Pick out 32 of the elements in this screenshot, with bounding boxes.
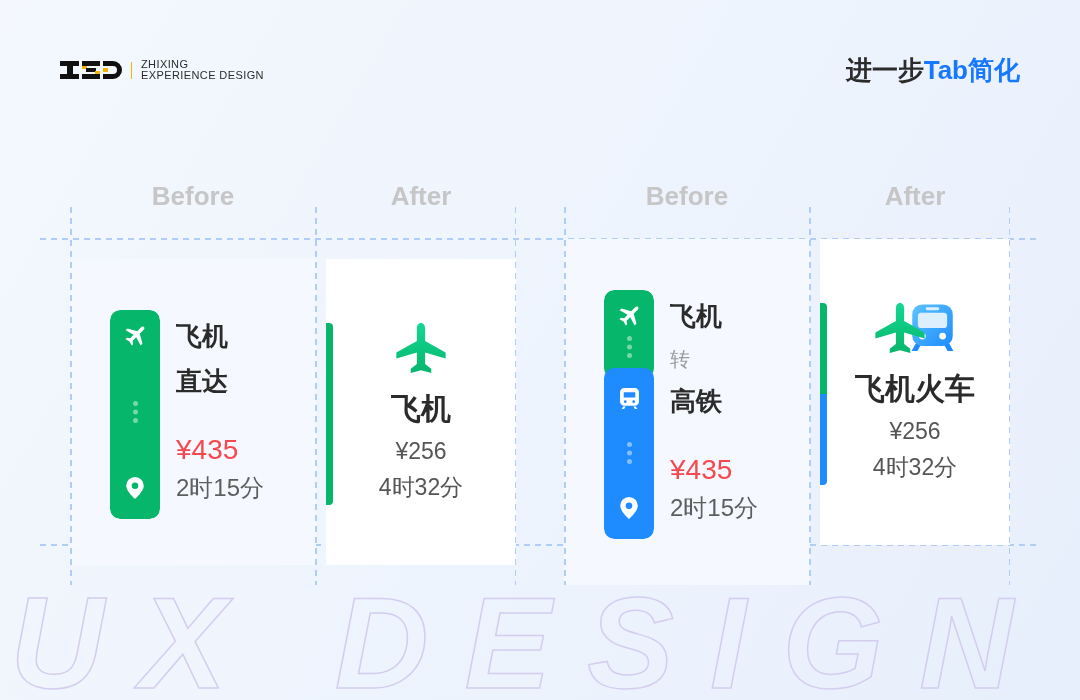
location-pin-icon: [126, 477, 144, 499]
column-label: Before: [151, 181, 235, 211]
transfer-label: 转: [670, 347, 690, 372]
plane-icon: [875, 303, 925, 353]
price-label: ¥256: [395, 437, 447, 466]
dotted-line-icon: [626, 442, 632, 464]
brand-name: ZHIXING: [141, 59, 190, 70]
plane-icon: [125, 326, 145, 346]
mode-label: 飞机火车: [855, 371, 975, 407]
train-icon: [619, 388, 639, 409]
plane-icon: [396, 323, 446, 373]
mode-label: 直达: [176, 365, 228, 398]
dotted-line-icon: [626, 336, 632, 358]
train-icon: [910, 303, 955, 353]
price-label: ¥435: [176, 433, 239, 467]
mode-label: 飞机: [670, 300, 722, 333]
duration-label: 4时32分: [378, 473, 464, 502]
price-label: ¥256: [889, 417, 941, 446]
price-label: ¥435: [670, 453, 733, 487]
mode-label: 高铁: [670, 385, 722, 418]
mode-label: 飞机: [176, 320, 228, 353]
duration-label: 2时15分: [670, 493, 759, 523]
duration-label: 4时32分: [872, 453, 958, 482]
mode-label: 飞机: [391, 391, 451, 427]
plane-icon: [619, 306, 639, 326]
column-label: After: [390, 181, 452, 211]
location-pin-icon: [620, 497, 638, 519]
logo-icon: [60, 61, 122, 79]
duration-label: 2时15分: [176, 473, 265, 503]
dotted-line-icon: [132, 400, 138, 423]
page-heading: 进一步Tab简化: [845, 55, 1020, 85]
brand-tagline: EXPERIENCE DESIGN: [141, 70, 264, 81]
